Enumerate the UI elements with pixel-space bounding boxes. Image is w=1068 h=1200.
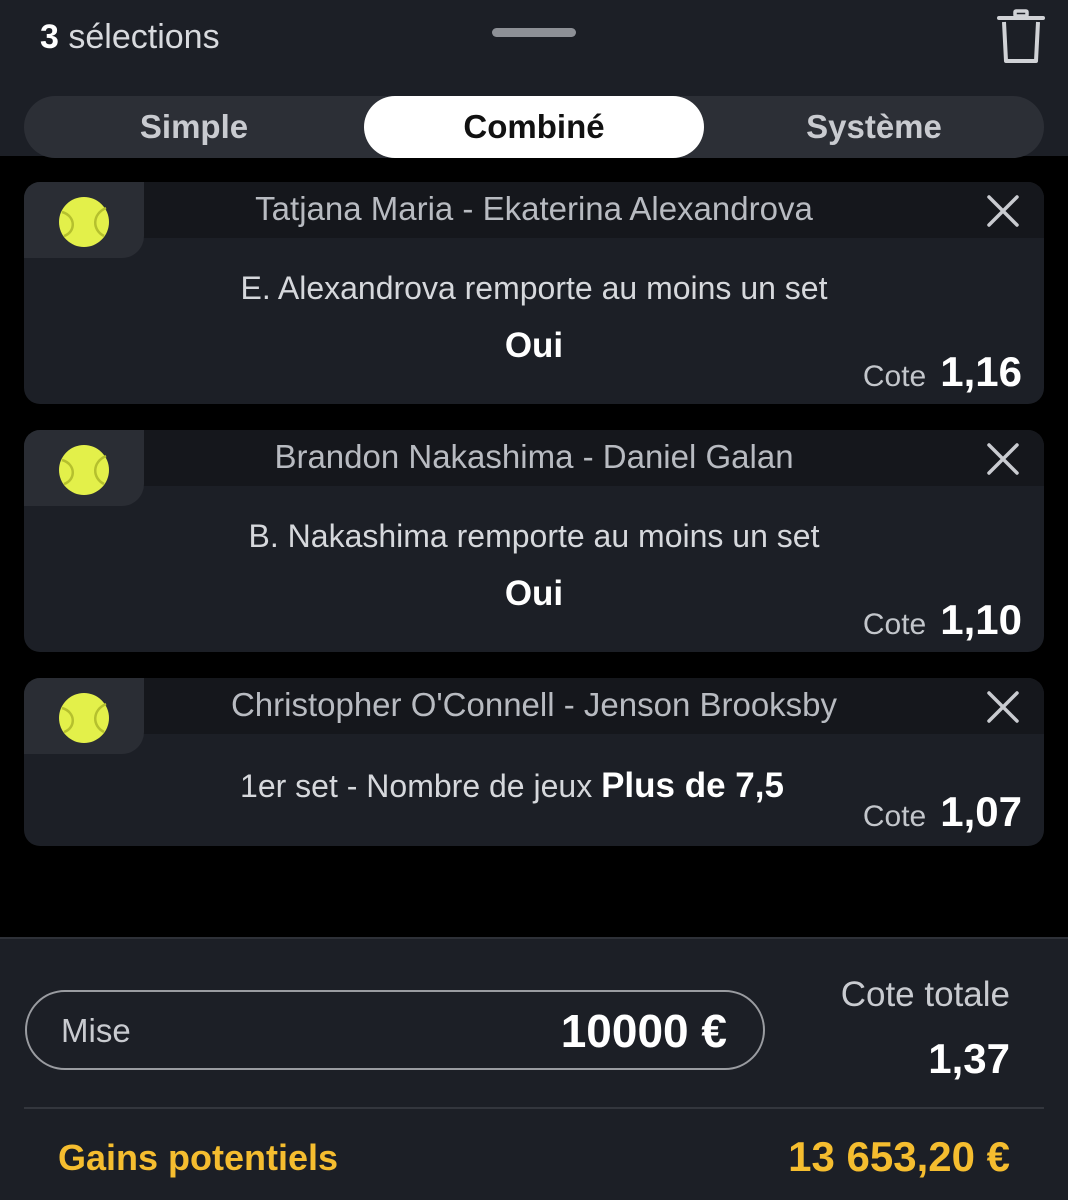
close-icon[interactable] (986, 690, 1020, 724)
stake-label: Mise (61, 1012, 131, 1049)
total-odds-value: 1,37 (928, 1035, 1010, 1082)
potential-gains-label: Gains potentiels (58, 1137, 339, 1178)
odds-value: 1,10 (940, 596, 1022, 643)
bet-type-tabs: Simple Combiné Système (24, 96, 1044, 158)
match-title: Tatjana Maria - Ekaterina Alexandrova (255, 190, 813, 227)
odds-value: 1,16 (940, 348, 1022, 395)
odds-value: 1,07 (940, 788, 1022, 835)
market-label: B. Nakashima remporte au moins un set (248, 518, 820, 554)
odds-label: Cote (862, 360, 927, 393)
bet-card: Brandon Nakashima - Daniel Galan B. Naka… (24, 430, 1044, 652)
total-odds-label: Cote totale (840, 975, 1010, 1014)
selection-count-label: sélections (68, 18, 220, 56)
selection-count: 3 sélections (40, 18, 220, 57)
tab-systeme[interactable]: Système (704, 96, 1044, 158)
bet-card: Christopher O'Connell - Jenson Brooksby … (24, 678, 1044, 846)
odds-label: Cote (862, 608, 927, 641)
stake-input[interactable]: Mise 10000 € (25, 990, 765, 1070)
tab-combine[interactable]: Combiné (364, 96, 704, 158)
odds-display: Cote 1,10 (863, 596, 1022, 644)
close-icon[interactable] (986, 442, 1020, 476)
odds-label: Cote (862, 800, 927, 833)
tab-simple[interactable]: Simple (24, 96, 364, 158)
close-icon[interactable] (986, 194, 1020, 228)
betslip-header: 3 sélections Simple Combiné Système (0, 0, 1068, 158)
selection-label: Plus de 7,5 (601, 766, 784, 805)
potential-gains-value: 13 653,20 € (788, 1133, 1010, 1180)
betslip-footer: Mise 10000 € Cote totale 1,37 Gains pote… (0, 937, 1068, 1200)
stake-value[interactable]: 10000 € (561, 1004, 727, 1058)
divider (24, 1107, 1044, 1109)
odds-display: Cote 1,07 (863, 788, 1022, 836)
match-title: Brandon Nakashima - Daniel Galan (274, 438, 794, 475)
bet-card: Tatjana Maria - Ekaterina Alexandrova E.… (24, 182, 1044, 404)
odds-display: Cote 1,16 (863, 348, 1022, 396)
trash-icon[interactable] (994, 8, 1048, 66)
market-label: E. Alexandrova remporte au moins un set (240, 270, 828, 306)
market-text: 1er set - Nombre de jeux (240, 768, 593, 804)
match-title: Christopher O'Connell - Jenson Brooksby (230, 686, 838, 723)
drag-handle[interactable] (492, 28, 576, 37)
selection-count-number: 3 (40, 18, 59, 56)
